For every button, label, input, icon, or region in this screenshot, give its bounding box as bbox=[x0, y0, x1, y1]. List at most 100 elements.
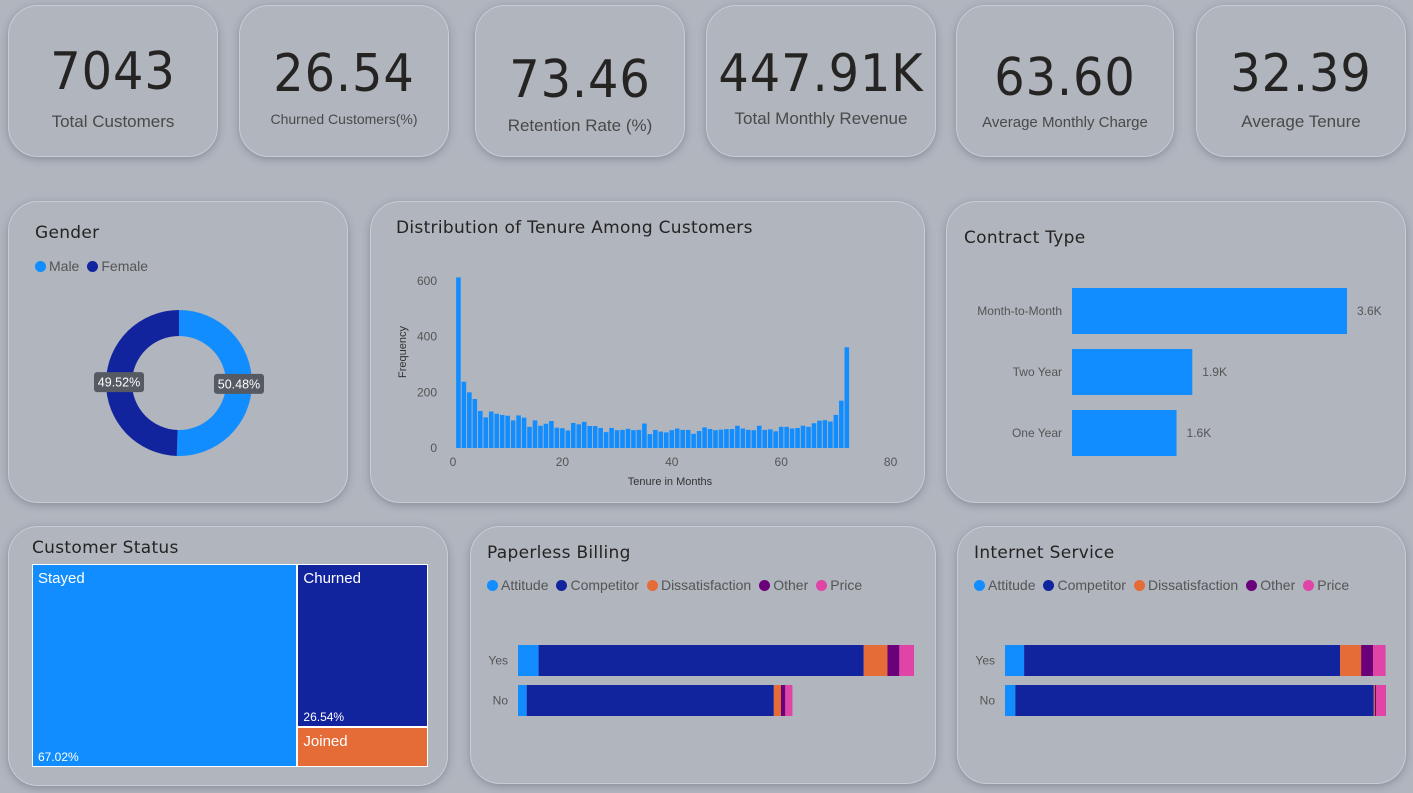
contract-bar[interactable] bbox=[1072, 288, 1347, 334]
histogram-bar[interactable] bbox=[663, 432, 669, 448]
histogram-bar[interactable] bbox=[718, 429, 724, 448]
histogram-bar[interactable] bbox=[795, 427, 800, 448]
kpi-card-average-tenure[interactable]: 32.39 Average Tenure bbox=[1196, 5, 1406, 157]
treemap-cell-joined[interactable]: Joined bbox=[297, 727, 428, 767]
histogram-bar[interactable] bbox=[713, 430, 718, 448]
treemap-cell-stayed[interactable]: Stayed 67.02% bbox=[32, 564, 298, 767]
histogram-bar[interactable] bbox=[685, 429, 691, 448]
histogram-bar[interactable] bbox=[603, 432, 609, 448]
histogram-bar[interactable] bbox=[456, 277, 461, 448]
customer-status-card[interactable]: Customer Status Stayed 67.02% Churned 26.54… bbox=[8, 526, 448, 786]
histogram-bar[interactable] bbox=[472, 399, 478, 448]
histogram-bar[interactable] bbox=[658, 431, 664, 448]
histogram-bar[interactable] bbox=[494, 413, 499, 448]
histogram-bar[interactable] bbox=[499, 414, 505, 448]
histogram-bar[interactable] bbox=[844, 347, 850, 448]
histogram-bar[interactable] bbox=[543, 423, 549, 448]
histogram-bar[interactable] bbox=[762, 429, 768, 448]
histogram-bar[interactable] bbox=[729, 429, 735, 448]
stacked-bar-segment-dissatisfaction[interactable] bbox=[863, 645, 888, 676]
histogram-bar[interactable] bbox=[581, 421, 587, 448]
histogram-bar[interactable] bbox=[510, 420, 516, 448]
histogram-bar[interactable] bbox=[735, 425, 740, 448]
histogram-bar[interactable] bbox=[707, 429, 713, 448]
histogram-bar[interactable] bbox=[773, 431, 778, 448]
histogram-bar[interactable] bbox=[751, 430, 757, 448]
stacked-bar-segment-dissatisfaction[interactable] bbox=[1373, 685, 1375, 716]
stacked-bar-segment-price[interactable] bbox=[1372, 645, 1386, 676]
internet-service-chart[interactable]: Yes No bbox=[958, 527, 1405, 783]
histogram-bar[interactable] bbox=[609, 427, 614, 448]
kpi-card-total-customers[interactable]: 7043 Total Customers bbox=[8, 5, 218, 157]
internet-service-card[interactable]: Internet Service Attitude Competitor Dissa… bbox=[957, 526, 1406, 784]
stacked-bar-segment-attitude[interactable] bbox=[1005, 685, 1016, 716]
histogram-bar[interactable] bbox=[636, 429, 642, 448]
histogram-bar[interactable] bbox=[778, 426, 784, 448]
histogram-bar[interactable] bbox=[680, 429, 685, 448]
histogram-bar[interactable] bbox=[625, 428, 631, 448]
histogram-bar[interactable] bbox=[571, 422, 576, 448]
histogram-bar[interactable] bbox=[833, 414, 839, 448]
histogram-bar[interactable] bbox=[811, 423, 817, 448]
histogram-bar[interactable] bbox=[806, 426, 811, 448]
histogram-bar[interactable] bbox=[467, 392, 472, 448]
histogram-bar[interactable] bbox=[756, 425, 762, 448]
histogram-bar[interactable] bbox=[817, 420, 822, 448]
histogram-bar[interactable] bbox=[505, 415, 510, 448]
kpi-card-churned-customers[interactable]: 26.54 Churned Customers(%) bbox=[239, 5, 449, 157]
stacked-bar-segment-attitude[interactable] bbox=[518, 645, 539, 676]
treemap-cell-churned[interactable]: Churned 26.54% bbox=[297, 564, 428, 728]
histogram-bar[interactable] bbox=[549, 421, 554, 448]
kpi-card-retention-rate[interactable]: 73.46 Retention Rate (%) bbox=[475, 5, 685, 157]
histogram-bar[interactable] bbox=[527, 426, 532, 448]
stacked-bar-segment-other[interactable] bbox=[887, 645, 900, 676]
stacked-bar-segment-competitor[interactable] bbox=[526, 685, 774, 716]
histogram-bar[interactable] bbox=[560, 428, 565, 448]
histogram-bar[interactable] bbox=[784, 426, 789, 448]
histogram-bar[interactable] bbox=[576, 424, 582, 448]
tenure-histogram[interactable]: 0 200 400 600 0 20 40 60 80 Frequency Tenure in … bbox=[371, 202, 924, 502]
histogram-bar[interactable] bbox=[538, 425, 543, 448]
stacked-bar-segment-price[interactable] bbox=[785, 685, 793, 716]
contract-type-chart[interactable]: Month-to-Month 3.6K Two Year 1.9K One Year 1.… bbox=[947, 202, 1405, 502]
histogram-bar[interactable] bbox=[620, 429, 625, 448]
histogram-bar[interactable] bbox=[614, 430, 620, 448]
kpi-card-average-monthly-charge[interactable]: 63.60 Average Monthly Charge bbox=[956, 5, 1174, 157]
histogram-bar[interactable] bbox=[789, 428, 795, 448]
histogram-bar[interactable] bbox=[521, 417, 527, 448]
histogram-bar[interactable] bbox=[483, 417, 489, 448]
stacked-bar-segment-competitor[interactable] bbox=[1015, 685, 1374, 716]
gender-donut-chart[interactable]: 50.48% 49.52% bbox=[9, 202, 347, 502]
stacked-bar-segment-other[interactable] bbox=[1374, 685, 1377, 716]
customer-status-treemap[interactable]: Stayed 67.02% Churned 26.54% Joined bbox=[32, 564, 428, 767]
histogram-bar[interactable] bbox=[478, 410, 483, 448]
histogram-bar[interactable] bbox=[488, 411, 494, 448]
histogram-bar[interactable] bbox=[532, 420, 538, 448]
histogram-bar[interactable] bbox=[696, 431, 702, 448]
histogram-bar[interactable] bbox=[592, 426, 598, 448]
histogram-bar[interactable] bbox=[598, 427, 603, 448]
kpi-card-total-monthly-revenue[interactable]: 447.91K Total Monthly Revenue bbox=[706, 5, 936, 157]
histogram-bar[interactable] bbox=[674, 428, 680, 448]
histogram-bar[interactable] bbox=[767, 429, 773, 448]
stacked-bar-segment-attitude[interactable] bbox=[1005, 645, 1025, 676]
histogram-bar[interactable] bbox=[461, 381, 467, 448]
histogram-bar[interactable] bbox=[839, 400, 844, 448]
histogram-bar[interactable] bbox=[800, 425, 806, 448]
histogram-bar[interactable] bbox=[631, 430, 636, 448]
histogram-bar[interactable] bbox=[653, 429, 658, 448]
histogram-bar[interactable] bbox=[587, 426, 592, 448]
stacked-bar-segment-dissatisfaction[interactable] bbox=[773, 685, 781, 716]
stacked-bar-segment-other[interactable] bbox=[1361, 645, 1373, 676]
paperless-billing-card[interactable]: Paperless Billing Attitude Competitor Diss… bbox=[470, 526, 936, 784]
histogram-bar[interactable] bbox=[746, 429, 751, 448]
histogram-bar[interactable] bbox=[554, 427, 560, 448]
histogram-bar[interactable] bbox=[691, 433, 696, 448]
stacked-bar-segment-competitor[interactable] bbox=[538, 645, 864, 676]
paperless-billing-chart[interactable]: Yes No bbox=[471, 527, 935, 783]
stacked-bar-segment-other[interactable] bbox=[780, 685, 786, 716]
contract-bar[interactable] bbox=[1072, 349, 1193, 395]
histogram-bar[interactable] bbox=[702, 427, 707, 448]
histogram-bar[interactable] bbox=[647, 434, 653, 448]
histogram-bar[interactable] bbox=[822, 420, 828, 448]
